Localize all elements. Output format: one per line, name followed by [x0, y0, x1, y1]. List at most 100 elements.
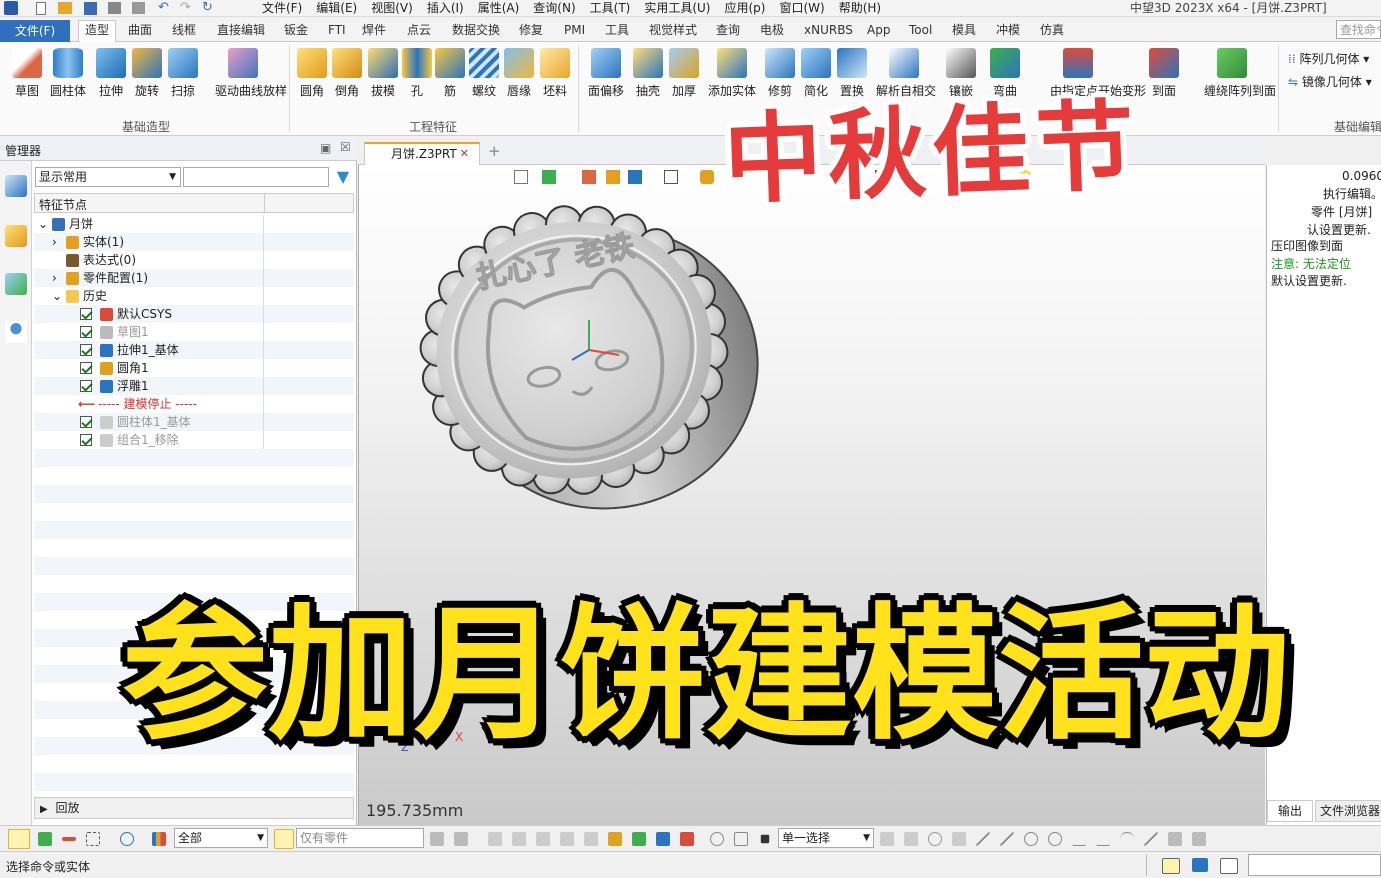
- sweep-button[interactable]: 扫掠: [165, 48, 201, 99]
- view-manager-icon[interactable]: [5, 273, 27, 295]
- arc-icon[interactable]: [1120, 832, 1134, 846]
- pick-icon[interactable]: [880, 832, 894, 846]
- expand-icon[interactable]: ⌄: [52, 287, 62, 305]
- remove-icon[interactable]: [62, 837, 76, 841]
- toolbar-tool-icon[interactable]: [454, 832, 468, 846]
- visibility-checkbox[interactable]: [80, 416, 92, 428]
- print-preview-icon[interactable]: [132, 2, 145, 14]
- tab-electrode[interactable]: 电极: [754, 21, 790, 39]
- display-filter-select[interactable]: 显示常用 ▼: [35, 167, 181, 187]
- tree-search-input[interactable]: [183, 167, 329, 187]
- display-mode-icon[interactable]: [628, 170, 642, 184]
- to-face-button[interactable]: 到面: [1146, 48, 1182, 99]
- line-icon[interactable]: [976, 832, 990, 846]
- redo-icon[interactable]: ↷: [180, 0, 191, 15]
- tab-point-cloud[interactable]: 点云: [401, 21, 437, 39]
- tab-file-browser[interactable]: 文件浏览器: [1315, 800, 1381, 822]
- curve-icon[interactable]: [1096, 832, 1110, 846]
- snap-icon[interactable]: [560, 832, 574, 846]
- menu-attribute[interactable]: 属性(A): [478, 0, 520, 16]
- view-orient-icon[interactable]: [700, 170, 714, 184]
- status-input[interactable]: [1248, 854, 1381, 876]
- tab-wireframe[interactable]: 线框: [166, 21, 202, 39]
- tab-modeling[interactable]: 造型: [78, 20, 117, 42]
- line-icon[interactable]: [1144, 832, 1158, 846]
- history-manager-icon[interactable]: [5, 175, 27, 197]
- tab-data-exchange[interactable]: 数据交换: [446, 21, 506, 39]
- thicken-button[interactable]: 加厚: [666, 48, 702, 99]
- point-icon[interactable]: [952, 832, 966, 846]
- tab-tools[interactable]: 工具: [599, 21, 635, 39]
- collapse-icon[interactable]: ›: [52, 269, 57, 287]
- filter-scope-select[interactable]: 全部 ▼: [174, 828, 268, 848]
- new-icon[interactable]: [36, 2, 46, 15]
- tree-node-extrude[interactable]: 拉伸1_基体: [34, 341, 356, 359]
- pick-icon[interactable]: [904, 832, 918, 846]
- chart-filter-icon[interactable]: [152, 832, 166, 846]
- tree-node-solids[interactable]: › 实体(1): [34, 233, 356, 251]
- clock-icon[interactable]: [710, 832, 724, 846]
- tab-app[interactable]: App: [861, 21, 896, 39]
- command-search-input[interactable]: 查找命令: [1336, 20, 1381, 39]
- pencil-icon[interactable]: [582, 170, 596, 184]
- selection-mode-select[interactable]: 单一选择 ▼: [778, 828, 874, 848]
- rollback-marker[interactable]: ⟵ ----- 建模停止 -----: [34, 395, 356, 413]
- wrap-pattern-to-face-button[interactable]: 缠绕阵列到面: [1204, 48, 1276, 99]
- playback-bar[interactable]: ▶ 回放: [34, 797, 354, 819]
- line-icon[interactable]: [1000, 832, 1014, 846]
- menu-file[interactable]: 文件(F): [262, 0, 302, 16]
- tree-node-configurations[interactable]: › 零件配置(1): [34, 269, 356, 287]
- add-tab-button[interactable]: +: [488, 142, 501, 160]
- undo-icon[interactable]: ↶: [158, 0, 169, 15]
- face-offset-button[interactable]: 面偏移: [588, 48, 624, 99]
- visibility-checkbox[interactable]: [80, 344, 92, 356]
- filter-select-icon[interactable]: [542, 170, 556, 184]
- menu-tools[interactable]: 工具(T): [590, 0, 631, 16]
- snap-icon[interactable]: [488, 832, 502, 846]
- tab-visual-style[interactable]: 视觉样式: [643, 21, 703, 39]
- circle-icon[interactable]: [1048, 832, 1062, 846]
- menu-view[interactable]: 视图(V): [371, 0, 413, 16]
- close-tab-icon[interactable]: ✕: [460, 144, 469, 164]
- part-icon[interactable]: [5, 225, 27, 247]
- wireframe-cube-icon[interactable]: [664, 170, 678, 184]
- print-icon[interactable]: [108, 2, 121, 14]
- tree-node-fillet[interactable]: 圆角1: [34, 359, 356, 377]
- panel-layout-icon[interactable]: [1220, 858, 1238, 874]
- face-icon[interactable]: [1168, 832, 1182, 846]
- add-icon[interactable]: [38, 832, 52, 846]
- visibility-checkbox[interactable]: [80, 434, 92, 446]
- mirror-geometry-button[interactable]: ⇋ 镜像几何体 ▾: [1288, 73, 1372, 90]
- grid-view-icon[interactable]: [1162, 858, 1180, 874]
- close-icon[interactable]: ☒: [340, 140, 351, 154]
- face-icon[interactable]: [1192, 832, 1206, 846]
- tab-output[interactable]: 输出: [1267, 800, 1313, 822]
- tree-node-emboss[interactable]: 浮雕1: [34, 377, 356, 395]
- tab-die[interactable]: 冲模: [990, 21, 1026, 39]
- snap-icon[interactable]: [536, 832, 550, 846]
- tab-weldment[interactable]: 焊件: [356, 21, 392, 39]
- tab-simulation[interactable]: 仿真: [1034, 21, 1070, 39]
- tab-sheet-metal[interactable]: 钣金: [278, 21, 314, 39]
- tab-fti[interactable]: FTI: [322, 21, 352, 39]
- circle-icon[interactable]: [1024, 832, 1038, 846]
- cylinder-button[interactable]: 圆柱体: [50, 48, 86, 99]
- polygon-select-icon[interactable]: [120, 832, 134, 846]
- tab-surface[interactable]: 曲面: [122, 21, 158, 39]
- visibility-checkbox[interactable]: [80, 380, 92, 392]
- monitor-icon[interactable]: [1192, 858, 1208, 872]
- snap-icon[interactable]: [584, 832, 598, 846]
- pattern-geometry-button[interactable]: ⁞⁞ 阵列几何体 ▾: [1288, 50, 1369, 67]
- tab-pmi[interactable]: PMI: [558, 21, 591, 39]
- user-icon[interactable]: [5, 321, 27, 343]
- toolbar-tool-icon[interactable]: [430, 832, 444, 846]
- tab-xnurbs[interactable]: xNURBS: [798, 21, 859, 39]
- menu-apps[interactable]: 应用(p): [725, 0, 766, 16]
- tree-node-history[interactable]: ⌄ 历史: [34, 287, 356, 305]
- visibility-checkbox[interactable]: [80, 326, 92, 338]
- tab-repair[interactable]: 修复: [513, 21, 549, 39]
- menu-edit[interactable]: 编辑(E): [316, 0, 357, 16]
- select-arrow-icon[interactable]: [8, 829, 30, 849]
- menu-help[interactable]: 帮助(H): [839, 0, 881, 16]
- document-tab[interactable]: 月饼.Z3PRT ✕: [364, 142, 480, 165]
